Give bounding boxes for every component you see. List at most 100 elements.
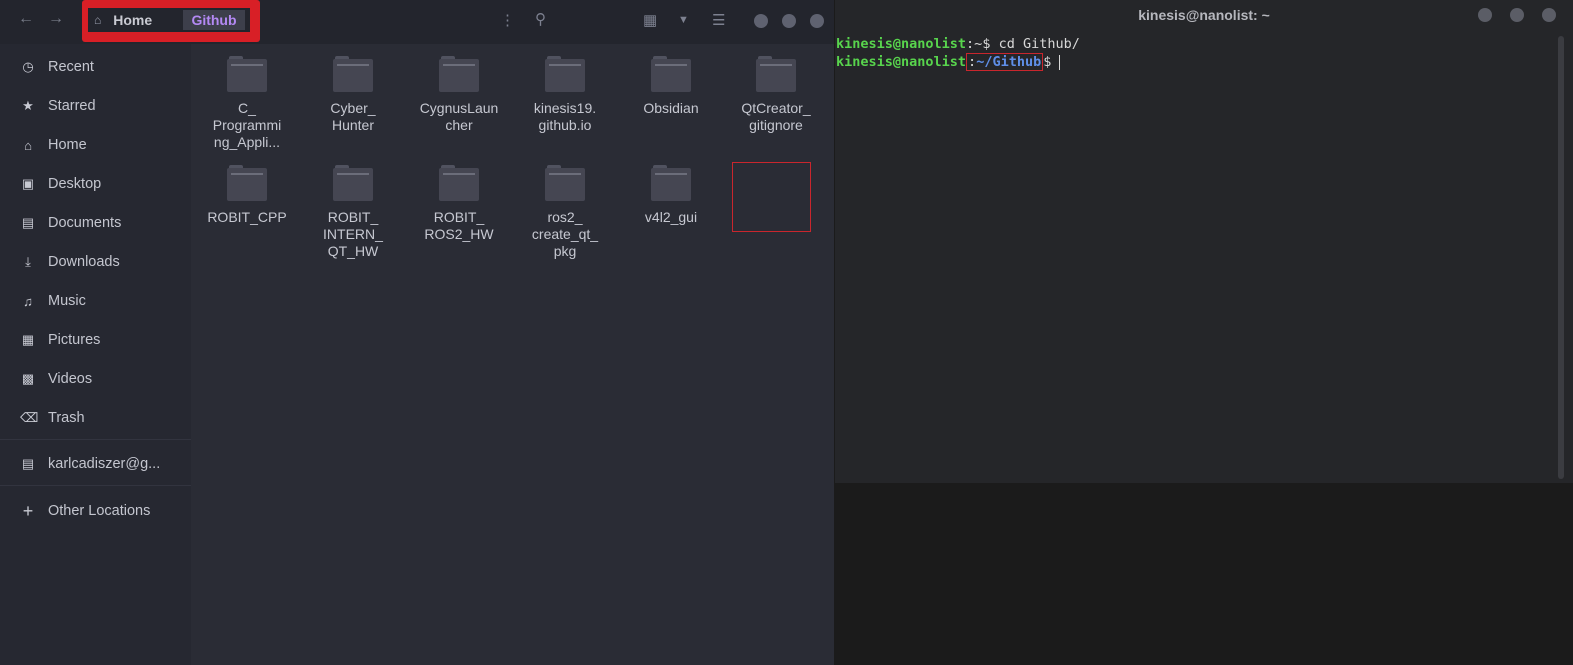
folder-label: Obsidian: [643, 100, 699, 116]
folder-label: ROBIT_ ROS2_HW: [424, 209, 494, 242]
sidebar-item-downloads[interactable]: ⤓ Downloads: [20, 252, 120, 272]
close-button[interactable]: [810, 14, 824, 28]
sidebar-item-music[interactable]: ♫ Music: [20, 291, 86, 311]
folder-item[interactable]: kinesis19. github.io: [515, 56, 615, 134]
document-icon: ▤: [21, 215, 35, 230]
breadcrumb-home[interactable]: ⌂ Home: [88, 8, 160, 32]
back-arrow-icon[interactable]: ←: [18, 10, 34, 28]
sidebar-item-trash[interactable]: ⌫ Trash: [20, 408, 85, 428]
sidebar-item-starred[interactable]: ★ Starred: [20, 96, 96, 116]
folder-icon: [227, 165, 267, 201]
header-bar: ← → ⌂ Home Github ⋮ ⚲ ▦ ▼ ☰: [0, 0, 834, 44]
folder-item[interactable]: ROBIT_CPP: [197, 165, 297, 226]
folder-icon: [333, 165, 373, 201]
picture-icon: ▦: [21, 332, 35, 347]
sidebar-item-home[interactable]: ⌂ Home: [20, 135, 87, 155]
menu-kebab-icon[interactable]: ⋮: [500, 11, 515, 29]
prompt-user: kinesis@nanolist: [836, 54, 967, 70]
folder-label: C_ Programmi ng_Appli...: [212, 100, 282, 150]
folder-label: QtCreator_ gitignore: [741, 100, 811, 133]
sidebar-item-recent[interactable]: ◷ Recent: [20, 57, 94, 77]
folder-label: CygnusLaun cher: [419, 100, 499, 133]
download-icon: ⤓: [25, 254, 31, 269]
folder-label: ROBIT_ INTERN_ QT_HW: [323, 209, 383, 259]
maximize-button[interactable]: [782, 14, 796, 28]
sidebar-item-label: Trash: [48, 410, 85, 426]
sidebar-item-label: Starred: [48, 98, 96, 114]
terminal-line-1: kinesis@nanolist:~$ cd Github/: [836, 36, 1080, 52]
home-icon: ⌂: [94, 13, 102, 27]
options-icon[interactable]: ☰: [712, 11, 725, 29]
trash-icon: ⌫: [20, 410, 39, 425]
folder-item[interactable]: ros2_ create_qt_ pkg: [515, 165, 615, 260]
folder-icon: [545, 165, 585, 201]
terminal-minimize-button[interactable]: [1478, 8, 1492, 22]
prompt-path: :~: [966, 36, 983, 52]
folder-icon: [333, 56, 373, 92]
video-icon: ▩: [21, 371, 35, 386]
sidebar-item-other-locations[interactable]: + Other Locations: [20, 500, 151, 521]
minimize-button[interactable]: [754, 14, 768, 28]
sidebar-item-pictures[interactable]: ▦ Pictures: [20, 330, 101, 350]
folder-icon: [651, 56, 691, 92]
folder-item[interactable]: C_ Programmi ng_Appli...: [197, 56, 297, 151]
sidebar-item-label: Desktop: [48, 176, 102, 192]
sidebar-item-label: Music: [48, 293, 86, 309]
sidebar-item-label: Other Locations: [48, 503, 151, 519]
desktop-icon: ▣: [21, 176, 35, 191]
folder-item[interactable]: Cyber_ Hunter: [303, 56, 403, 134]
forward-arrow-icon[interactable]: →: [48, 10, 64, 28]
breadcrumb-current[interactable]: Github: [183, 10, 245, 30]
chevron-down-icon[interactable]: ▼: [678, 14, 689, 26]
clock-icon: ◷: [22, 59, 34, 74]
terminal-close-button[interactable]: [1542, 8, 1556, 22]
terminal-scrollbar[interactable]: [1558, 36, 1564, 479]
terminal-title: kinesis@nanolist: ~: [1138, 7, 1270, 23]
terminal-window: kinesis@nanolist: ~ kinesis@nanolist:~$ …: [835, 0, 1573, 483]
folder-icon: [439, 56, 479, 92]
home-icon: ⌂: [24, 137, 32, 153]
folder-icon: [651, 165, 691, 201]
prompt-colon: :: [968, 54, 977, 70]
prompt-path: ~/Github: [976, 54, 1042, 70]
folder-label: v4l2_gui: [644, 209, 698, 225]
prompt-user: kinesis@nanolist: [836, 36, 967, 52]
folder-item[interactable]: ROBIT_ ROS2_HW: [409, 165, 509, 243]
folder-item[interactable]: v4l2_gui: [621, 165, 721, 226]
sidebar-item-label: Documents: [48, 215, 122, 231]
folder-icon: [756, 56, 796, 92]
folder-icon: [439, 165, 479, 201]
desktop-background: [835, 483, 1573, 665]
folder-label: ros2_ create_qt_ pkg: [531, 209, 599, 259]
sidebar-item-label: karlcadiszer@g...: [48, 456, 161, 472]
sidebar-item-videos[interactable]: ▩ Videos: [20, 369, 92, 389]
sidebar-divider: [0, 485, 191, 486]
plus-icon: +: [22, 500, 34, 521]
terminal-command: $ cd Github/: [982, 36, 1080, 52]
sidebar-divider: [0, 439, 191, 440]
search-icon[interactable]: ⚲: [535, 10, 546, 28]
sidebar-item-desktop[interactable]: ▣ Desktop: [20, 174, 101, 194]
terminal-cursor: [1059, 54, 1061, 70]
breadcrumb-home-label: Home: [113, 12, 153, 28]
account-icon: ▤: [21, 456, 35, 471]
terminal-maximize-button[interactable]: [1510, 8, 1524, 22]
sidebar-item-label: Home: [48, 137, 87, 153]
file-manager-window: ← → ⌂ Home Github ⋮ ⚲ ▦ ▼ ☰ ◷ Recent ★ Sta…: [0, 0, 834, 665]
folder-item[interactable]: ROBIT_ INTERN_ QT_HW: [303, 165, 403, 260]
folder-item[interactable]: QtCreator_ gitignore: [726, 56, 826, 134]
folder-label: Cyber_ Hunter: [330, 100, 376, 133]
star-icon: ★: [22, 98, 34, 113]
music-icon: ♫: [23, 293, 33, 309]
prompt-symbol: $: [1043, 54, 1052, 70]
sidebar-item-label: Videos: [48, 371, 93, 387]
folder-item[interactable]: CygnusLaun cher: [409, 56, 509, 134]
prompt-path-highlight: :~/Github: [966, 53, 1044, 71]
sidebar-item-account[interactable]: ▤ karlcadiszer@g...: [20, 454, 160, 474]
empty-selection-box: [732, 162, 811, 232]
sidebar-item-label: Downloads: [48, 254, 120, 270]
folder-item[interactable]: Obsidian: [621, 56, 721, 117]
terminal-line-2[interactable]: kinesis@nanolist:~/Github $: [836, 53, 1061, 71]
view-grid-icon[interactable]: ▦: [643, 11, 657, 29]
sidebar-item-documents[interactable]: ▤ Documents: [20, 213, 122, 233]
